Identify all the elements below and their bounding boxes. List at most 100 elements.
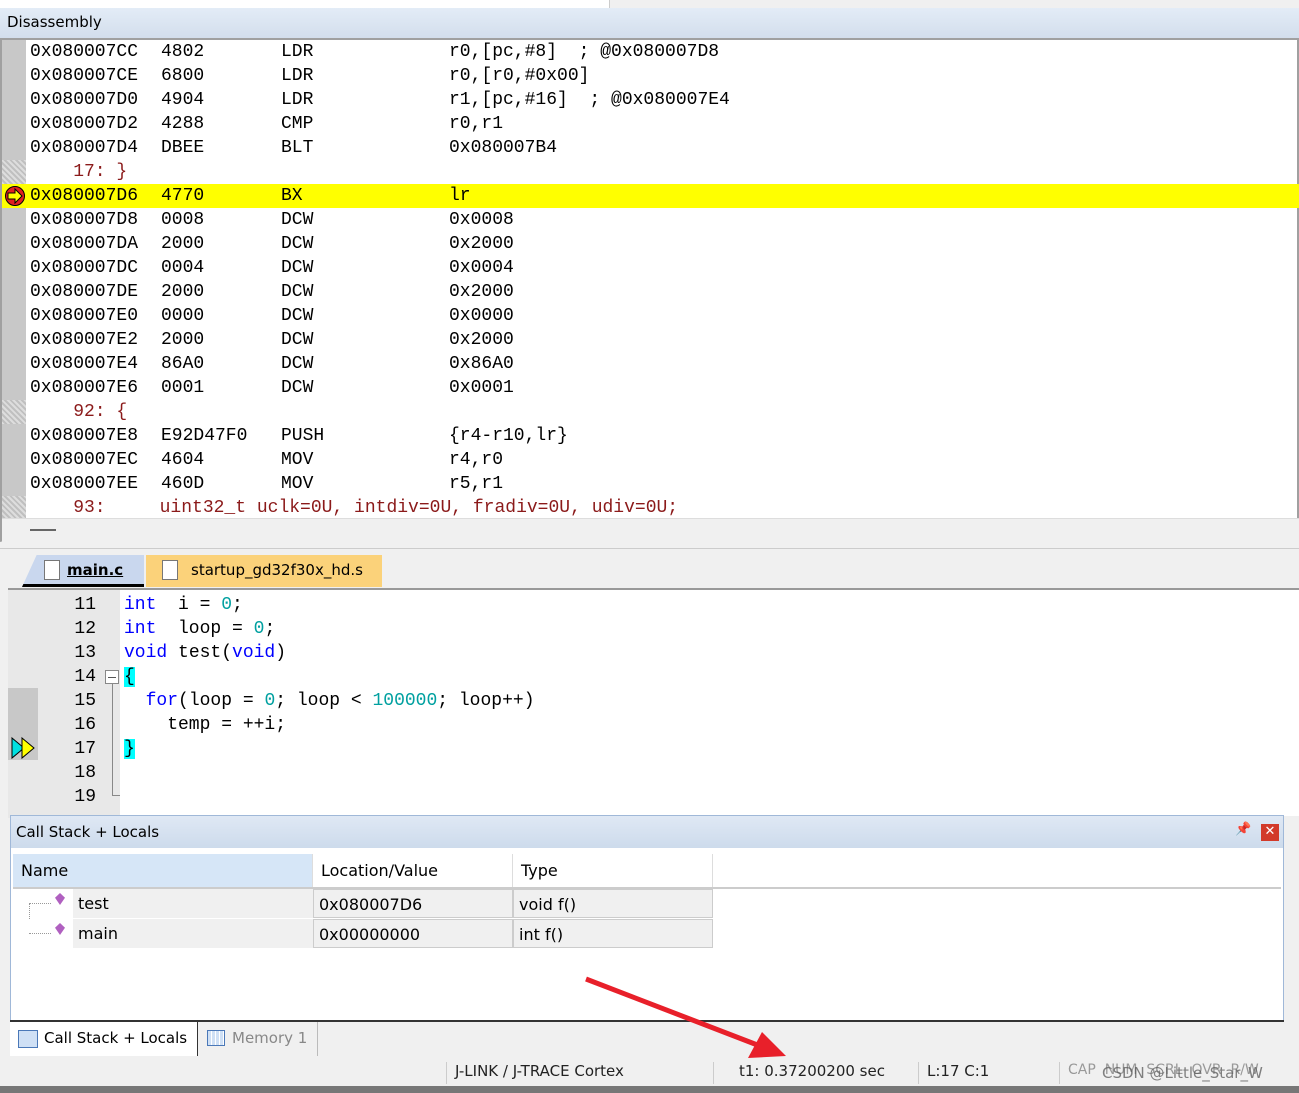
disassembly-row[interactable]: 0x080007D8 0008 DCW 0x0008 <box>2 208 1299 232</box>
disasm-addr: 0x080007DC <box>30 258 139 278</box>
disasm-op: 4802 <box>161 42 205 62</box>
disasm-mn: DCW <box>281 306 314 326</box>
source-line[interactable]: 17: } <box>2 160 1299 184</box>
code-token: 0 <box>221 595 233 615</box>
code-line[interactable]: 12 int loop = 0; <box>8 617 1208 641</box>
status-position: L:17 C:1 <box>918 1062 989 1084</box>
cell-type: void f() <box>513 889 713 918</box>
line-number: 12 <box>74 619 96 639</box>
code-editor[interactable]: 11 int i = 0; 12 int loop = 0; 13 void test(v… <box>8 588 1299 818</box>
disasm-addr: 0x080007EE <box>30 474 139 494</box>
column-header-type[interactable]: Type <box>513 854 713 888</box>
disassembly-row[interactable]: 0x080007CE 6800 LDR r0,[r0,#0x00] <box>2 64 1299 88</box>
source-line[interactable]: 92: { <box>2 400 1299 424</box>
disasm-op: 0004 <box>161 258 205 278</box>
disasm-addr: 0x080007CE <box>30 66 139 86</box>
source-line[interactable]: 93: uint32_t uclk=0U, intdiv=0U, fradiv=… <box>2 496 1299 520</box>
disasm-mn: DCW <box>281 378 314 398</box>
disasm-args: 0x0000 <box>449 306 514 326</box>
disasm-op: 2000 <box>161 330 205 350</box>
gutter-hatch <box>2 400 26 424</box>
disasm-addr: 0x080007E6 <box>30 378 139 398</box>
line-number: 19 <box>74 787 96 807</box>
disasm-mn: LDR <box>281 66 314 86</box>
disasm-op: 4770 <box>161 186 205 206</box>
cell-name: main <box>73 919 313 948</box>
disasm-addr: 0x080007E0 <box>30 306 139 326</box>
disasm-op: 460D <box>161 474 205 494</box>
disassembly-row[interactable]: 0x080007EE 460D MOV r5,r1 <box>2 472 1299 496</box>
disasm-op: 2000 <box>161 234 205 254</box>
disasm-mn: LDR <box>281 90 314 110</box>
disassembly-row[interactable]: 0x080007DC 0004 DCW 0x0004 <box>2 256 1299 280</box>
disasm-mn: DCW <box>281 282 314 302</box>
source-text: 17: } <box>30 162 128 182</box>
disassembly-row[interactable]: 0x080007E4 86A0 DCW 0x86A0 <box>2 352 1299 376</box>
source-text: 92: { <box>30 402 128 422</box>
tab-startup-file[interactable]: startup_gd32f30x_hd.s <box>146 555 382 587</box>
cell-location: 0x080007D6 <box>313 889 513 918</box>
disassembly-window[interactable]: 0x080007CC 4802 LDR r0,[pc,#8] ; @0x080007D… <box>0 38 1299 542</box>
disassembly-row[interactable]: 0x080007E8 E92D47F0 PUSH {r4-r10,lr} <box>2 424 1299 448</box>
disasm-op: 2000 <box>161 282 205 302</box>
tree-line <box>29 903 51 919</box>
code-text: void test(void) <box>124 641 286 665</box>
code-line[interactable]: 16 temp = ++i; <box>8 713 1208 737</box>
code-token: int <box>124 619 157 639</box>
bottom-scrollbar[interactable] <box>0 1086 1299 1093</box>
disassembly-row[interactable]: 0x080007E2 2000 DCW 0x2000 <box>2 328 1299 352</box>
column-header-location[interactable]: Location/Value <box>313 854 513 888</box>
column-header-name[interactable]: Name <box>13 854 313 888</box>
horizontal-scrollbar[interactable] <box>2 518 1299 542</box>
disassembly-row[interactable]: 0x080007E0 0000 DCW 0x0000 <box>2 304 1299 328</box>
tab-call-stack-locals[interactable]: Call Stack + Locals <box>10 1022 198 1056</box>
disassembly-row[interactable]: 0x080007D4 DBEE BLT 0x080007B4 <box>2 136 1299 160</box>
disassembly-row[interactable]: 0x080007EC 4604 MOV r4,r0 <box>2 448 1299 472</box>
disasm-mn: DCW <box>281 258 314 278</box>
disasm-args: 0x080007B4 <box>449 138 558 158</box>
source-text: 93: uint32_t uclk=0U, intdiv=0U, fradiv=… <box>30 498 679 518</box>
disasm-mn: DCW <box>281 234 314 254</box>
code-line[interactable]: 14 { <box>8 665 1208 689</box>
editor-tabs: main.c startup_gd32f30x_hd.s <box>0 548 1299 588</box>
disassembly-row[interactable]: 0x080007DE 2000 DCW 0x2000 <box>2 280 1299 304</box>
disasm-op: 4904 <box>161 90 205 110</box>
line-number: 14 <box>74 667 96 687</box>
code-line[interactable]: 15 for(loop = 0; loop < 100000; loop++) <box>8 689 1208 713</box>
code-line[interactable]: 13 void test(void) <box>8 641 1208 665</box>
disassembly-row[interactable]: 0x080007DA 2000 DCW 0x2000 <box>2 232 1299 256</box>
cell-type: int f() <box>513 919 713 948</box>
disasm-args: r0,r1 <box>449 114 504 134</box>
code-line[interactable]: 19 <box>8 785 1208 809</box>
code-token: ; <box>232 595 243 615</box>
disassembly-row[interactable]: 0x080007D6 4770 BX lr <box>2 184 1299 208</box>
disasm-mn: DCW <box>281 210 314 230</box>
tab-memory-1[interactable]: Memory 1 <box>202 1022 319 1056</box>
code-line[interactable]: 17} <box>8 737 1208 761</box>
disasm-mn: MOV <box>281 450 314 470</box>
pin-icon[interactable]: 📌 <box>1235 822 1251 837</box>
gutter-hatch <box>2 496 26 520</box>
code-line[interactable]: 18 <box>8 761 1208 785</box>
disasm-args: r0,[r0,#0x00] <box>449 66 590 86</box>
code-token: for <box>145 691 179 711</box>
code-token: 0 <box>264 691 276 711</box>
disasm-mn: BX <box>281 186 303 206</box>
disasm-args: 0x86A0 <box>449 354 514 374</box>
disasm-op: E92D47F0 <box>161 426 248 446</box>
code-token: ) <box>275 643 287 663</box>
cell-name: test <box>73 889 313 918</box>
code-token: temp = ++i; <box>124 715 287 735</box>
watermark: CSDN @Little_Star_W <box>1102 1064 1263 1082</box>
code-line[interactable]: 11 int i = 0; <box>8 593 1208 617</box>
line-number: 17 <box>74 739 96 759</box>
code-token: 0 <box>253 619 265 639</box>
tab-main-c[interactable]: main.c <box>22 555 144 587</box>
disassembly-row[interactable]: 0x080007CC 4802 LDR r0,[pc,#8] ; @0x080007D… <box>2 40 1299 64</box>
disasm-args: lr <box>449 186 471 206</box>
close-button[interactable]: ✕ <box>1261 824 1279 841</box>
disassembly-row[interactable]: 0x080007D2 4288 CMP r0,r1 <box>2 112 1299 136</box>
disasm-op: 0008 <box>161 210 205 230</box>
disassembly-row[interactable]: 0x080007D0 4904 LDR r1,[pc,#16] ; @0x080007… <box>2 88 1299 112</box>
disassembly-row[interactable]: 0x080007E6 0001 DCW 0x0001 <box>2 376 1299 400</box>
